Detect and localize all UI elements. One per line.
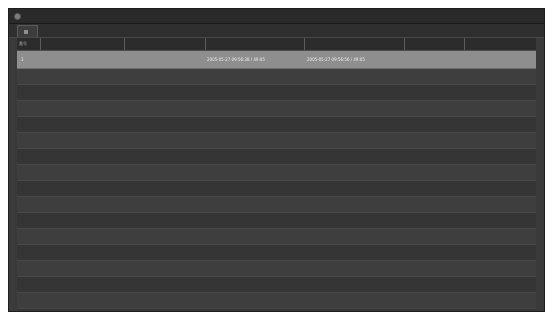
app-window: 番号 1 2005-05-27 09:56:38 / 49:05 2005-05… bbox=[8, 8, 545, 312]
column-header[interactable] bbox=[205, 38, 208, 50]
app-icon bbox=[14, 12, 21, 20]
tab-main[interactable] bbox=[17, 25, 38, 37]
empty-row bbox=[17, 197, 536, 213]
empty-row bbox=[17, 85, 536, 101]
data-grid[interactable]: 番号 1 2005-05-27 09:56:38 / 49:05 2005-05… bbox=[17, 38, 536, 311]
table-cell: 2005-05-27 09:56:56 / 49:05 bbox=[307, 57, 365, 62]
tab-strip bbox=[9, 24, 544, 38]
column-header[interactable] bbox=[464, 38, 467, 50]
column-header[interactable] bbox=[404, 38, 407, 50]
empty-row bbox=[17, 229, 536, 245]
table-header: 番号 bbox=[17, 38, 536, 51]
empty-row bbox=[17, 69, 536, 85]
empty-row bbox=[17, 133, 536, 149]
empty-row bbox=[17, 277, 536, 293]
table-row[interactable]: 1 2005-05-27 09:56:38 / 49:05 2005-05-27… bbox=[17, 51, 536, 69]
empty-row bbox=[17, 309, 536, 311]
empty-row bbox=[17, 117, 536, 133]
tab-icon bbox=[24, 29, 28, 34]
title-bar bbox=[9, 9, 544, 24]
column-header[interactable] bbox=[40, 38, 43, 50]
empty-rows bbox=[17, 69, 536, 311]
column-header[interactable] bbox=[304, 38, 307, 50]
column-header[interactable] bbox=[124, 38, 127, 50]
table-cell: 2005-05-27 09:56:38 / 49:05 bbox=[207, 57, 265, 62]
table-cell: 1 bbox=[21, 57, 24, 62]
empty-row bbox=[17, 245, 536, 261]
empty-row bbox=[17, 181, 536, 197]
empty-row bbox=[17, 149, 536, 165]
empty-row bbox=[17, 101, 536, 117]
empty-row bbox=[17, 293, 536, 309]
empty-row bbox=[17, 261, 536, 277]
column-header[interactable]: 番号 bbox=[17, 38, 27, 50]
empty-row bbox=[17, 213, 536, 229]
empty-row bbox=[17, 165, 536, 181]
